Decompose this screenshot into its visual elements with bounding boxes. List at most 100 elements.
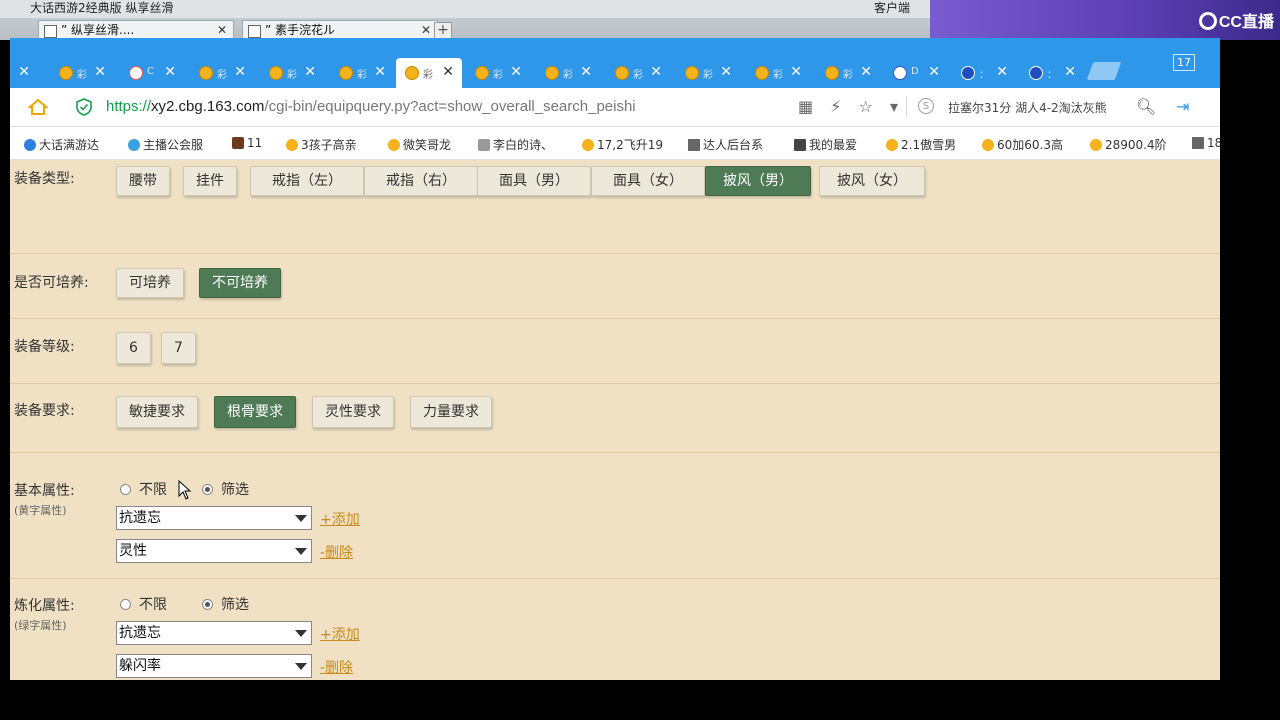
bookmark-item[interactable]: 11 bbox=[232, 136, 262, 150]
close-icon[interactable]: ✕ bbox=[18, 64, 30, 80]
basic-attr-select-2[interactable]: 灵性 bbox=[116, 539, 312, 563]
bookmark-item[interactable]: 3孩子高亲 bbox=[286, 136, 357, 153]
cultivable-yes[interactable]: 可培养 bbox=[116, 268, 184, 298]
bookmark-item[interactable]: 我的最爱 bbox=[794, 136, 857, 153]
search-engine-icon[interactable]: S bbox=[918, 98, 934, 114]
close-icon[interactable]: ✕ bbox=[1064, 64, 1076, 80]
req-spirit[interactable]: 灵性要求 bbox=[312, 396, 394, 428]
tab-title: 彩 bbox=[77, 70, 87, 81]
browser-tab[interactable]: C ✕ bbox=[120, 58, 184, 88]
bookmark-item[interactable]: 大话满游达 bbox=[24, 136, 99, 153]
lightning-icon[interactable]: ⚡ bbox=[830, 97, 841, 116]
basic-attr-remove-link[interactable]: -删除 bbox=[320, 542, 353, 562]
browser-tab[interactable]: ： ✕ bbox=[1020, 58, 1084, 88]
equip-level-6[interactable]: 6 bbox=[116, 332, 151, 364]
basic-attr-radio-filter[interactable]: 筛选 bbox=[202, 479, 249, 499]
site-favicon-icon bbox=[475, 66, 489, 80]
folder-icon bbox=[1192, 137, 1204, 149]
tab-count-badge[interactable]: 17 bbox=[1173, 54, 1195, 71]
star-icon[interactable]: ☆ bbox=[859, 97, 873, 116]
req-constitution[interactable]: 根骨要求 bbox=[214, 396, 296, 428]
close-icon[interactable]: ✕ bbox=[374, 64, 386, 80]
browser-tab[interactable]: 彩 ✕ bbox=[816, 58, 880, 88]
site-favicon-icon bbox=[199, 66, 213, 80]
browser-tab[interactable]: 彩 ✕ bbox=[260, 58, 324, 88]
new-tab-button[interactable] bbox=[1086, 62, 1122, 80]
browser-tab[interactable]: 彩 ✕ bbox=[330, 58, 394, 88]
browser-tab[interactable]: 彩 ✕ bbox=[50, 58, 114, 88]
radio-checked-icon bbox=[202, 484, 213, 495]
req-agility[interactable]: 敏捷要求 bbox=[116, 396, 198, 428]
search-form: 装备类型: 腰带 挂件 戒指（左） 戒指（右） 面具（男） 面具（女） 披风（男… bbox=[10, 160, 1220, 680]
close-icon[interactable]: ✕ bbox=[442, 64, 454, 80]
close-icon[interactable]: ✕ bbox=[94, 64, 106, 80]
basic-attr-add-link[interactable]: +添加 bbox=[320, 509, 360, 529]
equip-level-7[interactable]: 7 bbox=[161, 332, 196, 364]
refine-attr-radio-any[interactable]: 不限 bbox=[120, 594, 167, 614]
close-icon[interactable]: ✕ bbox=[234, 64, 246, 80]
browser-tab[interactable]: 彩 ✕ bbox=[606, 58, 670, 88]
url-path: /cgi-bin/equipquery.py?act=show_overall_… bbox=[264, 98, 636, 115]
search-icon[interactable]: 🔍︎ bbox=[1136, 97, 1156, 116]
grid-icon[interactable]: ▦ bbox=[798, 97, 813, 116]
browser-tab[interactable]: 彩 ✕ bbox=[466, 58, 530, 88]
url-field[interactable]: https://xy2.cbg.163.com/cgi-bin/equipque… bbox=[106, 98, 636, 115]
basic-attr-radio-any[interactable]: 不限 bbox=[120, 479, 167, 499]
bookmark-item[interactable]: 主播公会服 bbox=[128, 136, 203, 153]
close-icon[interactable]: ✕ bbox=[164, 64, 176, 80]
bookmark-item[interactable]: 李白的诗、 bbox=[478, 136, 553, 153]
refine-attr-select-1[interactable]: 抗遗忘 bbox=[116, 621, 312, 645]
close-icon[interactable]: ✕ bbox=[790, 64, 802, 80]
browser-tab[interactable]: 彩 ✕ bbox=[190, 58, 254, 88]
browser-tab-active[interactable]: 彩 ✕ bbox=[396, 58, 462, 88]
bookmark-item[interactable]: 17,2飞升19 bbox=[582, 136, 663, 153]
bookmark-item[interactable]: 微笑哥龙 bbox=[388, 136, 451, 153]
browser-tab[interactable]: 彩 ✕ bbox=[746, 58, 810, 88]
refine-attr-remove-link[interactable]: -删除 bbox=[320, 657, 353, 677]
equip-type-ring-left[interactable]: 戒指（左） bbox=[250, 166, 364, 196]
equip-type-ring-right[interactable]: 戒指（右） bbox=[364, 166, 478, 196]
secure-shield-icon[interactable] bbox=[76, 98, 92, 116]
outer-tab-1[interactable]: ” 纵享丝滑.... ✕ bbox=[38, 20, 234, 40]
equip-type-cape-female[interactable]: 披风（女） bbox=[819, 166, 925, 196]
outer-tab-label: ” 纵享丝滑.... bbox=[61, 23, 135, 37]
browser-tab[interactable]: D ✕ bbox=[884, 58, 948, 88]
close-icon[interactable]: ✕ bbox=[720, 64, 732, 80]
equip-type-cape-male[interactable]: 披风（男） bbox=[705, 166, 811, 196]
close-icon[interactable]: ✕ bbox=[996, 64, 1008, 80]
browser-tab[interactable]: ✕ bbox=[10, 58, 38, 88]
search-suggestion[interactable]: 拉塞尔31分 湖人4-2淘汰灰熊 bbox=[948, 99, 1107, 116]
browser-tab[interactable]: 彩 ✕ bbox=[676, 58, 740, 88]
select-value: 躲闪率 bbox=[119, 658, 161, 674]
req-strength[interactable]: 力量要求 bbox=[410, 396, 492, 428]
close-icon[interactable]: ✕ bbox=[580, 64, 592, 80]
bookmark-item[interactable]: 2.1傲雪男 bbox=[886, 136, 956, 153]
equip-type-mask-female[interactable]: 面具（女） bbox=[591, 166, 705, 196]
close-icon[interactable]: ✕ bbox=[928, 64, 940, 80]
browser-tab[interactable]: 彩 ✕ bbox=[536, 58, 600, 88]
refine-attr-select-2[interactable]: 躲闪率 bbox=[116, 654, 312, 678]
close-icon[interactable]: ✕ bbox=[304, 64, 316, 80]
refine-attr-add-link[interactable]: +添加 bbox=[320, 624, 360, 644]
outer-tab-2[interactable]: ” 素手浣花ル ✕ bbox=[242, 20, 438, 40]
basic-attr-select-1[interactable]: 抗遗忘 bbox=[116, 506, 312, 530]
bookmark-item[interactable]: 60加60.3高 bbox=[982, 136, 1063, 153]
equip-type-pendant[interactable]: 挂件 bbox=[183, 166, 237, 196]
browser-tab[interactable]: ： ✕ bbox=[952, 58, 1016, 88]
cultivable-no[interactable]: 不可培养 bbox=[199, 268, 281, 298]
close-icon[interactable]: ✕ bbox=[860, 64, 872, 80]
outer-tab-row: ” 纵享丝滑.... ✕ ” 素手浣花ル ✕ + bbox=[10, 20, 930, 40]
home-icon[interactable] bbox=[27, 97, 49, 117]
equip-type-mask-male[interactable]: 面具（男） bbox=[477, 166, 591, 196]
close-icon[interactable]: ✕ bbox=[650, 64, 662, 80]
bookmark-item[interactable]: 达人后台系 bbox=[688, 136, 763, 153]
bookmark-item[interactable]: 18 bbox=[1192, 136, 1220, 150]
bookmark-label: 60加60.3高 bbox=[997, 138, 1063, 152]
refine-attr-radio-filter[interactable]: 筛选 bbox=[202, 594, 249, 614]
close-icon[interactable]: ✕ bbox=[510, 64, 522, 80]
equip-type-belt[interactable]: 腰带 bbox=[116, 166, 170, 196]
bookmark-item[interactable]: 28900.4阶 bbox=[1090, 136, 1167, 153]
site-favicon-icon bbox=[755, 66, 769, 80]
chevron-down-icon[interactable]: ▾ bbox=[890, 97, 898, 116]
login-icon[interactable]: ⇥ bbox=[1176, 97, 1189, 116]
